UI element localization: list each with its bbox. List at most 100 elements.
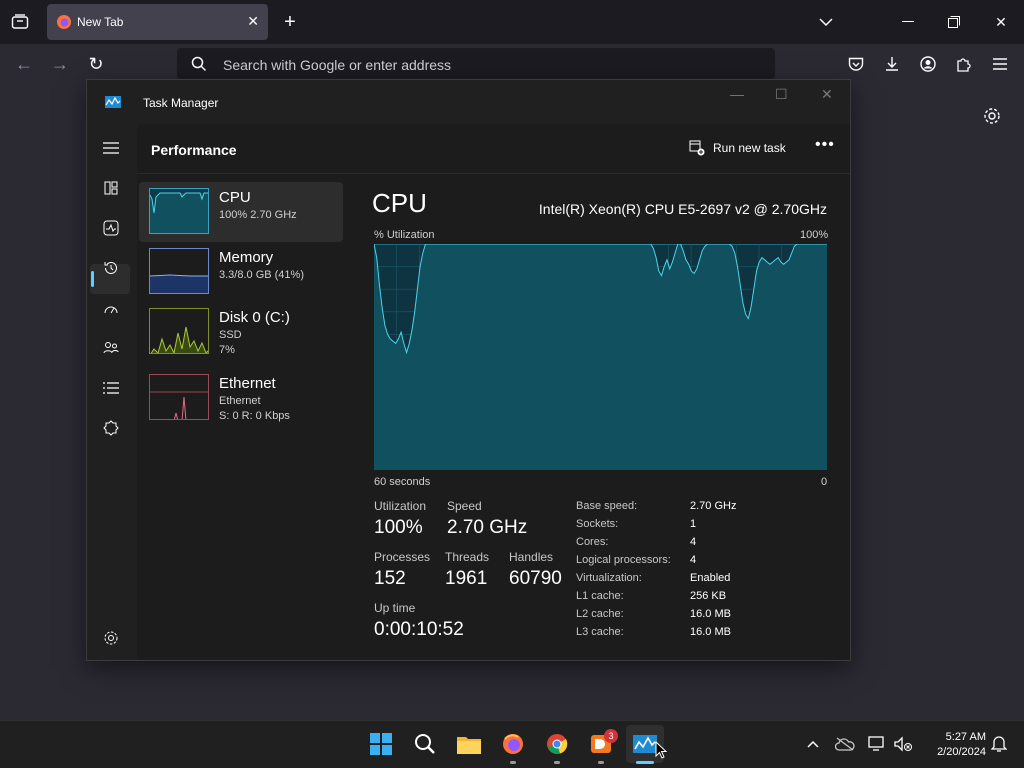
tab-title: New Tab <box>77 15 124 29</box>
list-tabs-chevron-down-icon[interactable] <box>816 12 836 32</box>
pocket-icon[interactable] <box>846 54 866 74</box>
spec-key: Sockets: <box>576 518 619 530</box>
task-manager-main: Performance Run new task ••• CPU 100% 2.… <box>137 124 850 660</box>
nav-details-icon[interactable] <box>99 376 123 400</box>
back-icon[interactable]: ← <box>14 54 34 74</box>
tm-minimize-icon[interactable]: — <box>730 86 744 102</box>
mail-running-indicator <box>598 761 604 764</box>
onedrive-icon[interactable] <box>832 731 858 757</box>
task-manager-title-bar[interactable]: Task Manager — ☐ ✕ <box>87 80 850 124</box>
task-manager-nav <box>87 124 137 660</box>
uptime-label: Up time <box>374 601 416 615</box>
spec-value: 16.0 MB <box>690 608 731 620</box>
nav-services-icon[interactable] <box>99 416 123 440</box>
clock-date: 2/20/2024 <box>937 746 986 758</box>
memory-thumbnail-graph <box>149 248 209 294</box>
page-title: Performance <box>151 142 237 158</box>
spec-key: Logical processors: <box>576 554 671 566</box>
nav-selected-indicator <box>91 271 94 287</box>
browser-nav-bar: ← → ↻ Search with Google or enter addres… <box>0 44 1024 84</box>
notifications-bell-icon[interactable] <box>986 731 1012 757</box>
search-icon[interactable] <box>412 731 438 757</box>
resource-detail-2: S: 0 R: 0 Kbps <box>219 410 290 422</box>
nav-app-history-icon[interactable] <box>99 256 123 280</box>
resource-name: Memory <box>219 249 274 266</box>
forward-icon[interactable]: → <box>50 54 70 74</box>
graph-time-label: 60 seconds <box>374 476 431 488</box>
minimize-icon[interactable] <box>898 12 918 32</box>
spec-key: Virtualization: <box>576 572 642 584</box>
nav-settings-gear-icon[interactable] <box>99 626 123 650</box>
restore-icon[interactable] <box>944 12 964 32</box>
cpu-thumbnail-graph <box>149 188 209 234</box>
more-options-icon[interactable]: ••• <box>815 136 835 154</box>
url-placeholder: Search with Google or enter address <box>223 57 452 73</box>
ethernet-thumbnail-graph <box>149 374 209 420</box>
firefox-taskbar-icon[interactable] <box>500 731 526 757</box>
mouse-cursor-icon <box>655 741 667 759</box>
resource-memory[interactable]: Memory 3.3/8.0 GB (41%) <box>139 242 343 302</box>
tm-close-icon[interactable]: ✕ <box>821 86 833 103</box>
cpu-utilization-graph <box>374 244 827 470</box>
search-icon <box>191 56 207 72</box>
window-title: Task Manager <box>143 96 219 110</box>
spec-value: Enabled <box>690 572 731 584</box>
disk-thumbnail-graph <box>149 308 209 354</box>
firefox-view-icon[interactable] <box>8 12 32 32</box>
close-tab-icon[interactable]: ✕ <box>247 13 259 30</box>
tm-maximize-icon[interactable]: ☐ <box>775 86 788 103</box>
graph-label: % Utilization <box>374 229 435 241</box>
utilization-label: Utilization <box>374 499 427 513</box>
resource-disk[interactable]: Disk 0 (C:) SSD 7% <box>139 302 343 362</box>
nav-startup-apps-icon[interactable] <box>99 296 123 320</box>
threads-label: Threads <box>445 550 490 564</box>
nav-processes-icon[interactable] <box>99 176 123 200</box>
run-new-task-label: Run new task <box>713 141 786 155</box>
spec-value: 16.0 MB <box>690 626 731 638</box>
close-window-icon[interactable]: ✕ <box>991 12 1011 32</box>
start-windows-icon[interactable] <box>368 731 394 757</box>
chrome-taskbar-icon[interactable] <box>544 731 570 757</box>
new-tab-icon[interactable]: + <box>280 11 300 33</box>
speed-label: Speed <box>447 499 482 513</box>
task-manager-active-indicator <box>636 761 654 764</box>
reload-icon[interactable]: ↻ <box>86 54 106 74</box>
threads-value: 1961 <box>445 568 488 589</box>
nav-hamburger-icon[interactable] <box>99 136 123 160</box>
resource-detail: SSD <box>219 329 242 341</box>
processes-label: Processes <box>374 550 431 564</box>
run-new-task-button[interactable]: Run new task <box>689 140 786 156</box>
clock[interactable]: 5:27 AM 2/20/2024 <box>916 730 986 760</box>
graph-min-label: 0 <box>821 476 828 488</box>
show-hidden-icons-chevron-up-icon[interactable] <box>800 731 826 757</box>
nav-performance-icon[interactable] <box>99 216 123 240</box>
resource-name: Ethernet <box>219 375 276 392</box>
resource-cpu[interactable]: CPU 100% 2.70 GHz <box>139 182 343 242</box>
extensions-icon[interactable] <box>954 54 974 74</box>
browser-tab[interactable]: New Tab ✕ <box>47 4 268 40</box>
cpu-title: CPU <box>372 188 427 218</box>
mail-badge: 3 <box>604 729 618 743</box>
file-explorer-icon[interactable] <box>456 731 482 757</box>
resource-name: Disk 0 (C:) <box>219 309 290 326</box>
performance-header: Performance Run new task ••• <box>137 124 850 174</box>
firefox-favicon-icon <box>57 15 71 29</box>
customize-new-tab-gear-icon[interactable] <box>983 106 1001 126</box>
downloads-icon[interactable] <box>882 54 902 74</box>
graph-max-label: 100% <box>800 229 829 241</box>
volume-muted-icon[interactable] <box>890 731 916 757</box>
handles-label: Handles <box>509 550 554 564</box>
url-bar[interactable]: Search with Google or enter address <box>177 48 775 80</box>
spec-key: Cores: <box>576 536 609 548</box>
nav-users-icon[interactable] <box>99 336 123 360</box>
network-icon[interactable] <box>864 731 890 757</box>
spec-value: 2.70 GHz <box>690 500 737 512</box>
resource-ethernet[interactable]: Ethernet Ethernet S: 0 R: 0 Kbps <box>139 368 343 428</box>
menu-hamburger-icon[interactable] <box>990 54 1010 74</box>
spec-key: Base speed: <box>576 500 638 512</box>
account-icon[interactable] <box>918 54 938 74</box>
resource-detail: 3.3/8.0 GB (41%) <box>219 269 304 281</box>
spec-key: L2 cache: <box>576 608 624 620</box>
spec-value: 4 <box>690 536 697 548</box>
resource-detail-2: 7% <box>219 344 235 356</box>
